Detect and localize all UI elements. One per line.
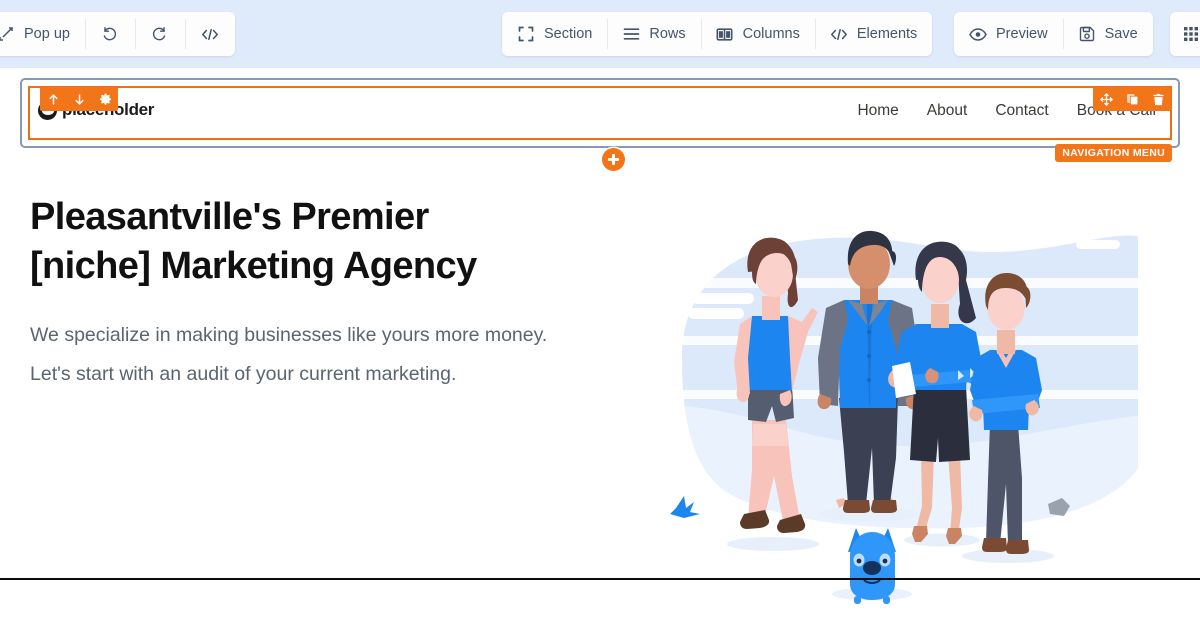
popup-label: Pop up: [24, 26, 70, 42]
selected-section[interactable]: placeholder Home About Contact Book a Ca…: [20, 78, 1180, 171]
elements-label: Elements: [856, 26, 918, 42]
editor-toolbar: Pop up Section Rows Columns Elements Pre…: [0, 0, 1200, 68]
page-canvas: placeholder Home About Contact Book a Ca…: [0, 68, 1200, 604]
toolbar-apps-group: [1170, 12, 1200, 56]
hero-heading-line-2: [niche] Marketing Agency: [30, 244, 477, 287]
add-section-button[interactable]: [602, 148, 625, 171]
shadow-1: [727, 537, 819, 551]
redo-button[interactable]: [134, 12, 185, 56]
hero-illustration: [640, 208, 1160, 628]
section-button[interactable]: Section: [502, 12, 607, 56]
eye-icon: [969, 25, 987, 43]
columns-button[interactable]: Columns: [700, 12, 815, 56]
save-button[interactable]: Save: [1062, 12, 1153, 56]
undo-button[interactable]: [84, 12, 135, 56]
rows-label: Rows: [649, 26, 686, 42]
preview-button[interactable]: Preview: [954, 12, 1063, 56]
delete-button[interactable]: [1145, 87, 1171, 111]
rows-button[interactable]: Rows: [607, 12, 700, 56]
duplicate-button[interactable]: [1119, 87, 1145, 111]
move-up-button[interactable]: [40, 87, 66, 111]
hero-text-block: Pleasantville's Premier [niche] Marketin…: [30, 193, 575, 393]
columns-label: Columns: [742, 26, 800, 42]
element-type-badge: NAVIGATION MENU: [1055, 144, 1172, 162]
toolbar-center-group: Section Rows Columns Elements: [502, 12, 933, 56]
save-label: Save: [1104, 26, 1138, 42]
dog-illustration: [848, 528, 896, 604]
element-controls-left: [40, 87, 118, 111]
undo-icon: [101, 25, 119, 43]
code-button[interactable]: [184, 12, 235, 56]
preview-label: Preview: [996, 26, 1048, 42]
toolbar-left-group: Pop up: [0, 12, 235, 56]
team-group-with-dog-illustration: [670, 230, 1138, 604]
apps-button[interactable]: [1170, 12, 1200, 56]
section-frame-icon: [517, 25, 535, 43]
grid-apps-icon: [1182, 25, 1200, 43]
move-down-button[interactable]: [66, 87, 92, 111]
hero-paragraph: We specialize in making businesses like …: [30, 324, 548, 385]
element-controls-right: [1093, 87, 1171, 111]
drag-move-button[interactable]: [1093, 87, 1119, 111]
navigation-menu-element[interactable]: placeholder Home About Contact Book a Ca…: [28, 86, 1172, 162]
rows-hamburger-icon: [622, 25, 640, 43]
page-bottom-rule: [0, 578, 1200, 580]
nav-item-home[interactable]: Home: [857, 102, 898, 120]
popup-button[interactable]: Pop up: [0, 12, 85, 56]
floppy-disk-icon: [1078, 25, 1096, 43]
code-icon: [201, 25, 219, 43]
section-label: Section: [544, 26, 593, 42]
elements-button[interactable]: Elements: [814, 12, 932, 56]
page-title: Pleasantville's Premier [niche] Marketin…: [30, 193, 575, 290]
popup-icon: [0, 25, 15, 43]
nav-item-about[interactable]: About: [927, 102, 968, 120]
hero-heading-line-1: Pleasantville's Premier: [30, 196, 429, 238]
settings-button[interactable]: [92, 87, 118, 111]
nav-item-contact[interactable]: Contact: [995, 102, 1048, 120]
redo-icon: [151, 25, 169, 43]
code-elements-icon: [830, 25, 848, 43]
toolbar-right-group: Preview Save: [954, 12, 1153, 56]
columns-icon: [716, 25, 734, 43]
